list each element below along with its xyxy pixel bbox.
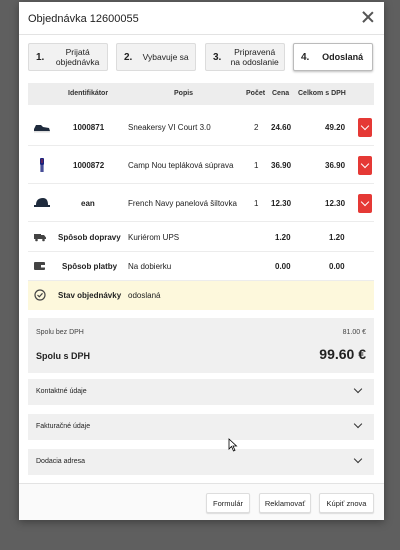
total-label: Spolu s DPH (36, 351, 91, 361)
step-processing[interactable]: 2. Vybavuje sa (116, 43, 196, 71)
step-number: 2. (124, 51, 133, 63)
step-received[interactable]: 1. Prijatá objednávka (28, 43, 108, 71)
accordion-title: Dodacia adresa (36, 458, 86, 465)
item-total: 49.20 (325, 123, 346, 132)
header-price: Cena (272, 90, 290, 97)
sneaker-icon (34, 125, 50, 133)
item-description: Sneakersy VI Court 3.0 (128, 123, 211, 132)
accordion-delivery[interactable]: Dodacia adresa (28, 449, 374, 475)
item-quantity: 2 (254, 123, 259, 132)
truck-icon (34, 234, 46, 242)
step-label: Pripravená na odoslanie (230, 47, 279, 67)
clock-check-icon (34, 289, 46, 301)
shipping-price: 1.20 (275, 233, 291, 242)
item-dropdown-button[interactable] (358, 194, 372, 213)
shipping-total: 1.20 (329, 233, 345, 242)
payment-row: Spôsob platby Na dobierku 0.00 0.00 (28, 252, 374, 281)
step-number: 1. (36, 51, 45, 63)
step-label: Vybavuje sa (142, 52, 189, 62)
item-identifier: ean (81, 199, 95, 208)
modal-footer: Formulár Reklamovať Kúpiť znova (19, 483, 384, 520)
wallet-icon (34, 262, 45, 270)
modal-header: Objednávka 12600055 (19, 2, 384, 35)
payment-total: 0.00 (329, 262, 345, 271)
item-dropdown-button[interactable] (358, 156, 372, 175)
step-shipped[interactable]: 4. Odoslaná (293, 43, 373, 71)
shipping-value: Kuriérom UPS (128, 233, 180, 242)
step-number: 3. (213, 51, 222, 63)
table-row: ean French Navy panelová šiltovka 1 12.3… (28, 184, 374, 222)
table-row: 1000872 Camp Nou tepláková súprava 1 36.… (28, 146, 374, 184)
accordion-contact[interactable]: Kontaktné údaje (28, 379, 374, 405)
accordion-billing[interactable]: Fakturačné údaje (28, 414, 374, 440)
step-label: Prijatá objednávka (55, 47, 100, 67)
payment-price: 0.00 (275, 262, 291, 271)
item-price: 12.30 (271, 199, 292, 208)
item-total: 12.30 (325, 199, 346, 208)
chevron-down-icon (353, 419, 363, 429)
shipping-label: Spôsob dopravy (58, 233, 121, 242)
accordion-title: Fakturačné údaje (36, 423, 91, 430)
header-description: Popis (174, 90, 194, 97)
status-label: Stav objednávky (58, 291, 122, 300)
item-total: 36.90 (325, 161, 346, 170)
item-description: French Navy panelová šiltovka (128, 199, 237, 208)
modal-title: Objednávka 12600055 (28, 13, 139, 25)
item-quantity: 1 (254, 161, 259, 170)
tracksuit-icon (40, 158, 44, 172)
payment-label: Spôsob platby (62, 262, 118, 271)
step-label: Odoslaná (322, 52, 364, 62)
subtotal-label: Spolu bez DPH (36, 329, 84, 336)
buy-again-button[interactable]: Kúpiť znova (319, 493, 374, 513)
subtotal-value: 81.00 € (342, 329, 366, 336)
order-summary: Spolu bez DPH 81.00 € Spolu s DPH 99.60 … (28, 318, 374, 373)
item-identifier: 1000871 (73, 123, 105, 132)
table-row: 1000871 Sneakersy VI Court 3.0 2 24.60 4… (28, 108, 374, 146)
status-row: Stav objednávky odoslaná (28, 281, 374, 310)
cap-icon (34, 198, 50, 207)
item-price: 36.90 (271, 161, 292, 170)
step-number: 4. (301, 51, 310, 63)
header-identifier: Identifikátor (68, 90, 109, 97)
form-button[interactable]: Formulár (206, 493, 250, 513)
payment-value: Na dobierku (128, 262, 172, 271)
chevron-down-icon (353, 454, 363, 464)
status-value: odoslaná (128, 291, 161, 300)
claim-button[interactable]: Reklamovať (259, 493, 311, 513)
shipping-row: Spôsob dopravy Kuriérom UPS 1.20 1.20 (28, 223, 374, 252)
total-value: 99.60 € (319, 346, 366, 362)
item-dropdown-button[interactable] (358, 118, 372, 137)
item-description: Camp Nou tepláková súprava (128, 161, 234, 170)
order-steps: 1. Prijatá objednávka 2. Vybavuje sa 3. … (28, 43, 374, 71)
header-quantity: Počet (246, 90, 266, 97)
chevron-down-icon (353, 384, 363, 394)
item-price: 24.60 (271, 123, 292, 132)
header-total: Celkom s DPH (298, 90, 346, 97)
table-header: Identifikátor Popis Počet Cena Celkom s … (28, 83, 374, 105)
item-identifier: 1000872 (73, 161, 105, 170)
mouse-cursor-icon (228, 438, 238, 452)
close-icon[interactable] (361, 10, 375, 24)
step-ready[interactable]: 3. Pripravená na odoslanie (205, 43, 285, 71)
item-quantity: 1 (254, 199, 259, 208)
order-modal: Objednávka 12600055 1. Prijatá objednávk… (19, 2, 384, 520)
accordion-title: Kontaktné údaje (36, 388, 87, 395)
